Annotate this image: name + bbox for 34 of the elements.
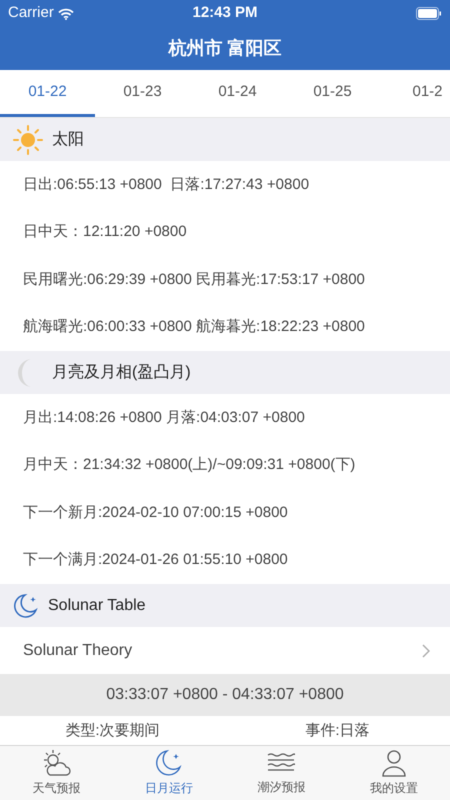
section-title: 太阳 — [52, 130, 84, 150]
tab-bar-item[interactable]: 天气预报 — [0, 746, 112, 800]
date-tab[interactable]: 01-25 — [285, 70, 380, 117]
chevron-right-icon — [422, 644, 430, 658]
date-tab[interactable]: 01-24 — [190, 70, 285, 117]
info-text: 民用曙光:06:29:39 +0800 民用暮光:17:53:17 +0800 — [23, 270, 365, 290]
page-title: 杭州市 富阳区 — [168, 37, 282, 60]
date-tab[interactable]: 01-2 — [380, 70, 450, 117]
period-detail: 事件:日落 — [305, 720, 370, 741]
tab-bar-item[interactable]: 我的设置 — [338, 746, 450, 800]
carrier-label: Carrier — [8, 3, 54, 24]
tab-bar-item[interactable]: 日月运行 — [112, 746, 225, 800]
period-detail: 类型:次要期间 — [65, 720, 160, 741]
battery-icon — [416, 7, 442, 20]
info-text: 日出:06:55:13 +0800 日落:17:27:43 +0800 — [23, 174, 310, 194]
section-title: 月亮及月相(盈凸月) — [52, 362, 191, 382]
sun-cloud-icon — [41, 749, 72, 777]
info-text: 下一个新月:2024-02-10 07:00:15 +0800 — [23, 502, 288, 522]
clock: 12:43 PM — [192, 3, 258, 24]
date-tab[interactable]: 01-23 — [95, 70, 190, 117]
moon-star-icon — [12, 592, 40, 620]
info-text: 下一个满月:2024-01-26 01:55:10 +0800 — [23, 550, 288, 570]
moon-star-icon — [154, 749, 183, 777]
info-text: 月中天：21:34:32 +0800(上)/~09:09:31 +0800(下) — [23, 455, 356, 475]
crescent-moon-icon — [18, 358, 32, 386]
person-icon — [380, 749, 408, 777]
info-text: 日中天：12:11:20 +0800 — [23, 222, 187, 242]
info-text: 航海曙光:06:00:33 +0800 航海暮光:18:22:23 +0800 — [23, 317, 365, 337]
section-title: Solunar Table — [48, 596, 146, 616]
info-text: 月出:14:08:26 +0800 月落:04:03:07 +0800 — [23, 408, 305, 428]
sun-icon — [12, 124, 44, 156]
period-time: 03:33:07 +0800 - 04:33:07 +0800 — [106, 685, 344, 705]
wifi-icon — [58, 8, 74, 20]
tab-bar-item[interactable]: 潮汐预报 — [225, 746, 338, 800]
